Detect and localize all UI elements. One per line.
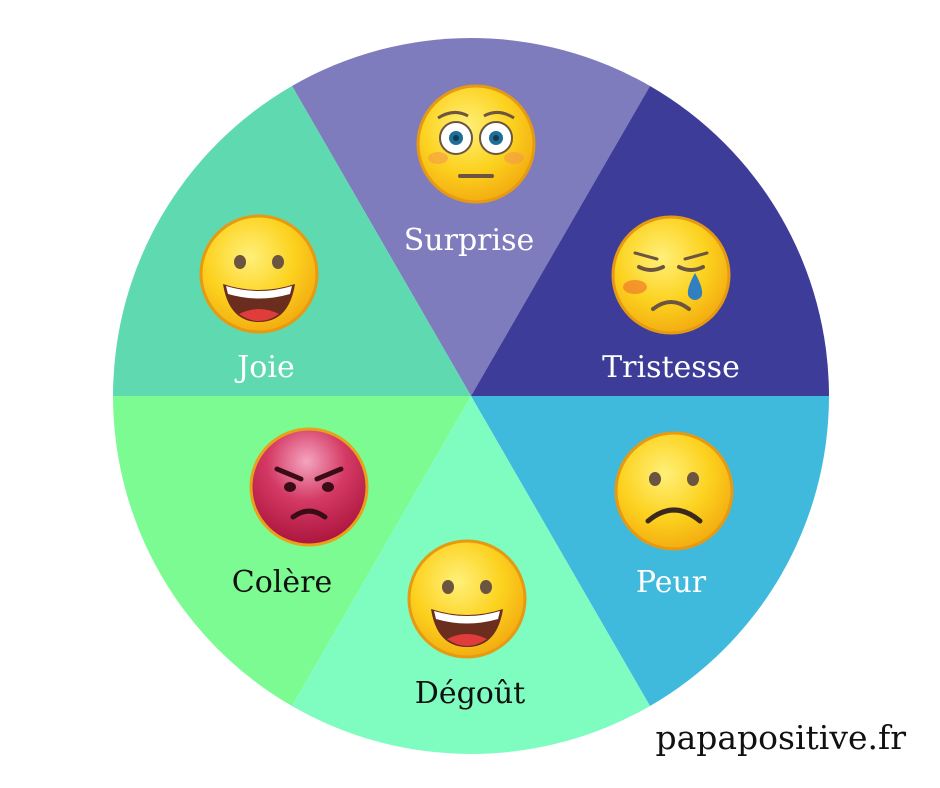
label-surprise: Surprise (404, 223, 535, 258)
angry-face-icon (249, 427, 369, 547)
face-circle (611, 215, 731, 335)
label-colere: Colère (232, 565, 332, 600)
crying-face-icon (611, 215, 731, 335)
grinning-face-icon (407, 539, 527, 659)
label-degout: Dégoût (415, 676, 525, 711)
surprised-face-icon (416, 84, 536, 204)
label-peur: Peur (636, 565, 707, 600)
label-tristesse: Tristesse (602, 350, 740, 385)
face-circle (249, 427, 369, 547)
face-circle (416, 84, 536, 204)
grinning-face-icon (199, 214, 319, 334)
emotion-wheel: Surprise Tristesse Peur Dégoût Colère Joie (113, 38, 829, 754)
frowning-face-icon (614, 431, 734, 551)
site-credit: papapositive.fr (655, 718, 906, 757)
face-circle (614, 431, 734, 551)
label-joie: Joie (234, 350, 294, 385)
